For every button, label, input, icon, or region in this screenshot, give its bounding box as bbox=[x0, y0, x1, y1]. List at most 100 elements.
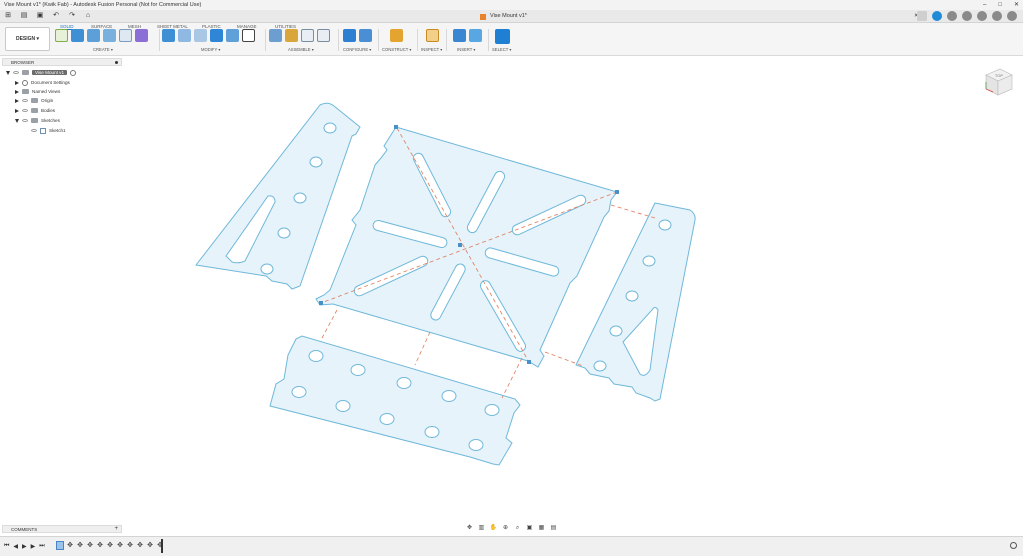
extrude-icon[interactable] bbox=[71, 29, 84, 42]
notifications-icon[interactable] bbox=[977, 11, 987, 21]
shell-icon[interactable] bbox=[194, 29, 207, 42]
press-pull-icon[interactable] bbox=[162, 29, 175, 42]
tree-item-origin[interactable]: Origin bbox=[15, 96, 53, 105]
timeline-move-feature[interactable]: ✥ bbox=[136, 541, 144, 550]
pattern-icon[interactable] bbox=[119, 29, 132, 42]
new-tab-icon[interactable] bbox=[917, 11, 927, 21]
timeline-move-feature[interactable]: ✥ bbox=[66, 541, 74, 550]
modify-menu[interactable]: MODIFY ▾ bbox=[201, 47, 220, 52]
undo-icon[interactable]: ↶ bbox=[51, 11, 61, 21]
visibility-eye-icon[interactable] bbox=[31, 129, 37, 132]
timeline-move-feature[interactable]: ✥ bbox=[146, 541, 154, 550]
minimize-button[interactable]: – bbox=[983, 0, 986, 10]
tree-item-sketch1[interactable]: Sketch1 bbox=[31, 126, 66, 135]
configure-icon[interactable] bbox=[359, 29, 372, 42]
browser-panel-header[interactable]: BROWSER bbox=[2, 58, 122, 66]
design-canvas[interactable] bbox=[0, 56, 1023, 524]
step-back-icon[interactable]: ◀ bbox=[13, 543, 18, 550]
visibility-eye-icon[interactable] bbox=[22, 99, 28, 102]
activate-radio-icon[interactable] bbox=[70, 69, 77, 76]
timeline-move-feature[interactable]: ✥ bbox=[96, 541, 104, 550]
viewports-icon[interactable]: ▤ bbox=[549, 524, 558, 532]
insert-derive-icon[interactable] bbox=[453, 29, 466, 42]
form-icon[interactable] bbox=[135, 29, 148, 42]
left-gusset-profile[interactable] bbox=[195, 102, 361, 290]
select-menu[interactable]: SELECT ▾ bbox=[492, 47, 511, 52]
tree-item-bodies[interactable]: Bodies bbox=[15, 106, 55, 115]
main-plate-profile[interactable] bbox=[315, 126, 618, 368]
scale-icon[interactable] bbox=[226, 29, 239, 42]
home-icon[interactable]: ⌂ bbox=[83, 11, 93, 21]
tree-item-sketches[interactable]: Sketches bbox=[15, 116, 60, 125]
tree-root[interactable]: Vise Mount v1 bbox=[6, 68, 77, 77]
tree-item-named-views[interactable]: Named Views bbox=[15, 87, 60, 96]
expand-icon[interactable] bbox=[15, 108, 19, 113]
step-forward-icon[interactable]: ▶ bbox=[31, 543, 36, 550]
create-menu[interactable]: CREATE ▾ bbox=[93, 47, 113, 52]
parameters-icon[interactable] bbox=[343, 29, 356, 42]
document-tab[interactable]: Vise Mount v1* ✕ bbox=[480, 10, 919, 23]
job-status-icon[interactable] bbox=[947, 11, 957, 21]
configure-menu[interactable]: CONFIGURE ▾ bbox=[343, 47, 371, 52]
visibility-eye-icon[interactable] bbox=[22, 109, 28, 112]
insert-canvas-icon[interactable] bbox=[469, 29, 482, 42]
move-icon[interactable] bbox=[242, 29, 255, 42]
combine-icon[interactable] bbox=[210, 29, 223, 42]
expand-icon[interactable] bbox=[15, 98, 19, 103]
expand-icon[interactable] bbox=[15, 89, 19, 94]
timeline-settings-icon[interactable] bbox=[1010, 542, 1017, 549]
inspect-menu[interactable]: INSPECT ▾ bbox=[421, 47, 442, 52]
tree-item-document-settings[interactable]: Document Settings bbox=[15, 78, 70, 87]
data-panel-icon[interactable] bbox=[962, 11, 972, 21]
select-cursor-icon[interactable] bbox=[495, 29, 510, 44]
extensions-icon[interactable] bbox=[932, 11, 942, 21]
as-built-joint-icon[interactable] bbox=[301, 29, 314, 42]
file-menu-icon[interactable]: ▤ bbox=[19, 11, 29, 21]
timeline-move-feature[interactable]: ✥ bbox=[106, 541, 114, 550]
fillet-icon[interactable] bbox=[178, 29, 191, 42]
timeline-marker[interactable] bbox=[161, 539, 163, 553]
visibility-eye-icon[interactable] bbox=[13, 71, 19, 74]
measure-icon[interactable] bbox=[426, 29, 439, 42]
pan-icon[interactable]: ✋ bbox=[489, 524, 498, 532]
timeline-move-feature[interactable]: ✥ bbox=[86, 541, 94, 550]
construct-menu[interactable]: CONSTRUCT ▾ bbox=[382, 47, 411, 52]
look-at-icon[interactable]: ▥ bbox=[477, 524, 486, 532]
expand-icon[interactable] bbox=[15, 80, 19, 85]
orbit-icon[interactable]: ✥ bbox=[465, 524, 474, 532]
timeline-sketch-feature[interactable] bbox=[56, 541, 64, 550]
comments-panel[interactable]: COMMENTS + bbox=[2, 525, 122, 533]
insert-menu[interactable]: INSERT ▾ bbox=[457, 47, 475, 52]
close-window-button[interactable]: ✕ bbox=[1014, 0, 1019, 10]
grid-settings-icon[interactable]: ▦ bbox=[537, 524, 546, 532]
go-to-end-icon[interactable]: ⏭ bbox=[39, 543, 44, 550]
browser-options-icon[interactable] bbox=[115, 61, 118, 64]
add-comment-icon[interactable]: + bbox=[114, 526, 118, 533]
assemble-menu[interactable]: ASSEMBLE ▾ bbox=[288, 47, 314, 52]
joint-icon[interactable] bbox=[285, 29, 298, 42]
workspace-switcher-button[interactable]: DESIGN ▾ bbox=[5, 27, 50, 51]
timeline-move-feature[interactable]: ✥ bbox=[126, 541, 134, 550]
offset-plane-icon[interactable] bbox=[390, 29, 403, 42]
hole-icon[interactable] bbox=[103, 29, 116, 42]
profile-avatar[interactable] bbox=[1007, 11, 1017, 21]
timeline-move-feature[interactable]: ✥ bbox=[76, 541, 84, 550]
maximize-button[interactable]: □ bbox=[998, 0, 1002, 10]
create-sketch-icon[interactable] bbox=[55, 29, 68, 42]
collapse-icon[interactable] bbox=[15, 118, 19, 123]
play-icon[interactable]: ▶ bbox=[22, 543, 27, 550]
help-icon[interactable] bbox=[992, 11, 1002, 21]
zoom-icon[interactable]: ⊕ bbox=[501, 524, 510, 532]
go-to-start-icon[interactable]: ⏮ bbox=[4, 543, 9, 550]
view-cube[interactable]: TOP bbox=[980, 63, 1016, 99]
revolve-icon[interactable] bbox=[87, 29, 100, 42]
collapse-icon[interactable] bbox=[6, 70, 10, 75]
apps-grid-icon[interactable]: ⊞ bbox=[3, 11, 13, 21]
redo-icon[interactable]: ↷ bbox=[67, 11, 77, 21]
new-component-icon[interactable] bbox=[269, 29, 282, 42]
display-settings-icon[interactable]: ▣ bbox=[525, 524, 534, 532]
visibility-eye-icon[interactable] bbox=[22, 119, 28, 122]
rigid-group-icon[interactable] bbox=[317, 29, 330, 42]
timeline-move-feature[interactable]: ✥ bbox=[116, 541, 124, 550]
fit-icon[interactable]: ⌕ bbox=[513, 524, 522, 532]
